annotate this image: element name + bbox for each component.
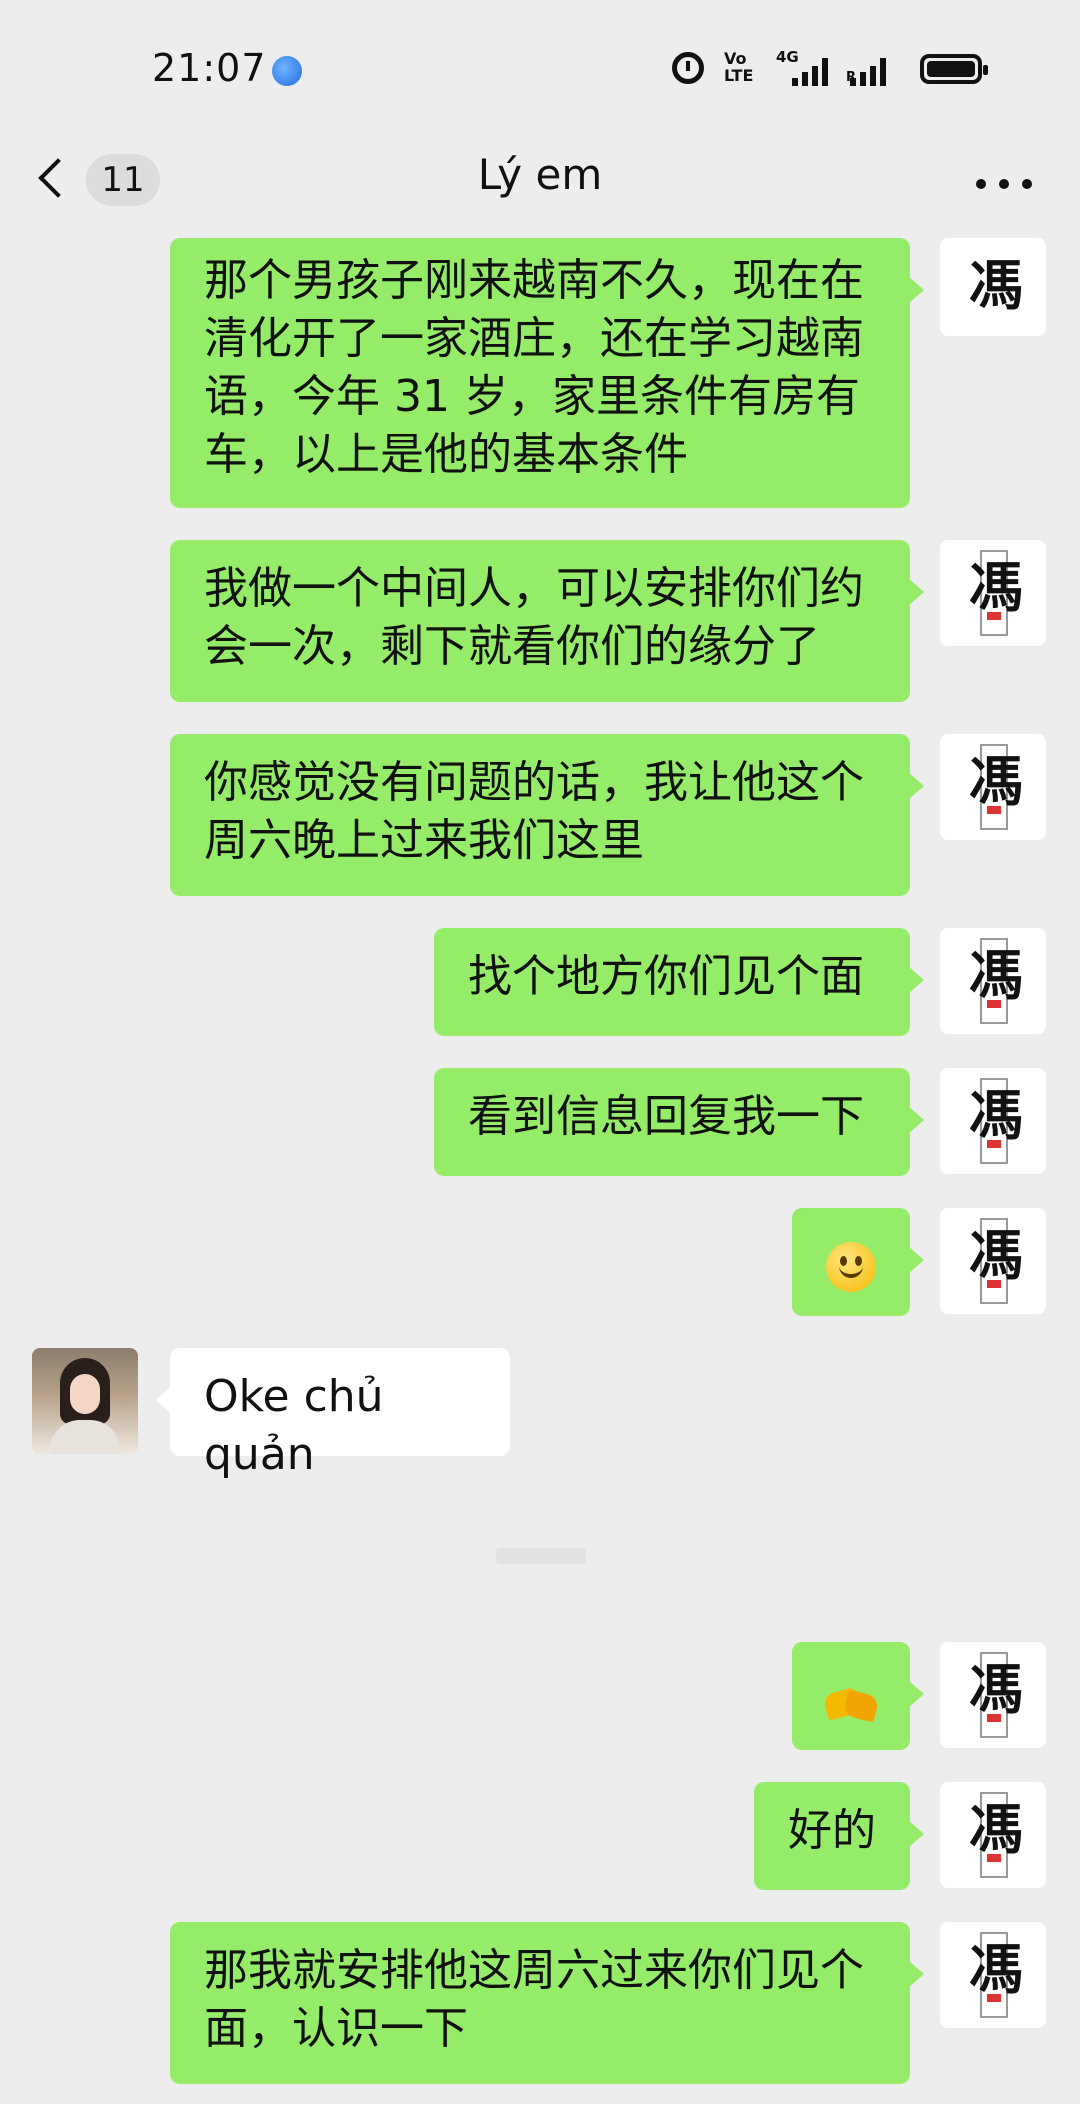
message-bubble-self[interactable]: 那我就安排他这周六过来你们见个面，认识一下 xyxy=(170,1922,924,2084)
self-avatar[interactable]: 馮 xyxy=(940,1642,1046,1748)
chat-header: 11 Lý em xyxy=(0,140,1080,240)
seal-stamp xyxy=(987,1854,1001,1862)
contact-avatar[interactable] xyxy=(32,1348,138,1454)
message-bubble-self[interactable]: 你感觉没有问题的话，我让他这个周六晚上过来我们这里 xyxy=(170,734,924,896)
message-bubble-self[interactable] xyxy=(792,1208,924,1316)
self-avatar[interactable]: 馮 xyxy=(940,1782,1046,1888)
signal-icon xyxy=(792,58,828,86)
timestamp-divider xyxy=(496,1548,586,1564)
self-avatar[interactable]: 馮 xyxy=(940,238,1046,336)
message-bubble-self[interactable]: 看到信息回复我一下 xyxy=(434,1068,924,1176)
message-text: 我做一个中间人，可以安排你们约会一次，剩下就看你们的缘分了 xyxy=(204,563,864,672)
seal-stamp xyxy=(987,1140,1001,1148)
message-bubble-self[interactable]: 我做一个中间人，可以安排你们约会一次，剩下就看你们的缘分了 xyxy=(170,540,924,702)
calligraphy-avatar-glyph: 馮 xyxy=(969,253,1023,317)
more-dot xyxy=(976,179,986,189)
handshake-emoji-icon xyxy=(822,1685,880,1725)
self-avatar[interactable]: 馮 xyxy=(940,734,1046,840)
seal-stamp xyxy=(987,612,1001,620)
message-text: 那我就安排他这周六过来你们见个面，认识一下 xyxy=(204,1945,864,2054)
message-text: 找个地方你们见个面 xyxy=(468,951,864,1002)
more-options-button[interactable] xyxy=(976,174,1032,194)
self-avatar[interactable]: 馮 xyxy=(940,928,1046,1034)
message-bubble-self[interactable]: 找个地方你们见个面 xyxy=(434,928,924,1036)
message-bubble-self[interactable]: 那个男孩子刚来越南不久，现在在清化开了一家酒庄，还在学习越南语，今年 31 岁，… xyxy=(170,238,924,508)
message-text: Oke chủ quản xyxy=(204,1371,384,1480)
volte-icon: Vo LTE xyxy=(724,49,754,85)
message-bubble-self[interactable]: 好的 xyxy=(754,1782,924,1890)
status-time: 21:07 xyxy=(152,46,267,90)
seal-stamp xyxy=(987,806,1001,814)
seal-stamp xyxy=(987,1714,1001,1722)
self-avatar[interactable]: 馮 xyxy=(940,1922,1046,2028)
smile-emoji-icon xyxy=(826,1242,876,1292)
message-text: 好的 xyxy=(788,1805,876,1856)
status-icons: Vo LTE 4G R xyxy=(670,48,1000,94)
battery-icon xyxy=(920,54,988,84)
seal-stamp xyxy=(987,1994,1001,2002)
more-dot xyxy=(1022,179,1032,189)
status-bar: 21:07 Vo LTE 4G R xyxy=(0,0,1080,140)
message-text: 看到信息回复我一下 xyxy=(468,1091,864,1142)
message-text: 你感觉没有问题的话，我让他这个周六晚上过来我们这里 xyxy=(204,757,864,866)
more-dot xyxy=(999,179,1009,189)
self-avatar[interactable]: 馮 xyxy=(940,1208,1046,1314)
message-text: 那个男孩子刚来越南不久，现在在清化开了一家酒庄，还在学习越南语，今年 31 岁，… xyxy=(204,255,864,480)
seal-stamp xyxy=(987,1280,1001,1288)
self-avatar[interactable]: 馮 xyxy=(940,540,1046,646)
seal-stamp xyxy=(987,1000,1001,1008)
message-bubble-other[interactable]: Oke chủ quản xyxy=(156,1348,510,1480)
message-bubble-self[interactable] xyxy=(792,1642,924,1750)
app-notification-icon xyxy=(272,56,302,86)
self-avatar[interactable]: 馮 xyxy=(940,1068,1046,1174)
signal-icon-2 xyxy=(850,58,886,86)
alarm-icon xyxy=(672,52,704,84)
chat-title: Lý em xyxy=(477,150,603,199)
